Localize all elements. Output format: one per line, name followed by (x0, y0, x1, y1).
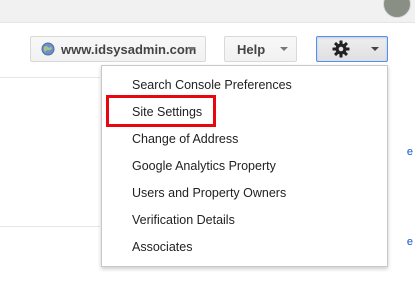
menu-item-users-and-property-owners[interactable]: Users and Property Owners (102, 180, 387, 207)
chevron-down-icon (280, 47, 288, 51)
site-selector-button[interactable]: www.idsysadmin.com (30, 36, 206, 62)
chevron-down-icon (188, 47, 196, 51)
globe-icon (41, 42, 55, 56)
truncated-link-text[interactable]: e (407, 146, 413, 158)
site-selector-label: www.idsysadmin.com (61, 41, 197, 57)
top-bar (0, 0, 415, 23)
menu-item-verification-details[interactable]: Verification Details (102, 207, 387, 234)
account-avatar[interactable] (383, 0, 411, 18)
gear-icon (332, 40, 350, 58)
menu-item-change-of-address[interactable]: Change of Address (102, 126, 387, 153)
settings-button[interactable] (316, 36, 388, 62)
divider (0, 226, 100, 227)
help-button-label: Help (237, 41, 266, 57)
divider (0, 77, 100, 78)
settings-dropdown-menu: Search Console Preferences Site Settings… (101, 65, 388, 267)
menu-item-search-console-preferences[interactable]: Search Console Preferences (102, 72, 387, 99)
menu-item-site-settings[interactable]: Site Settings (102, 99, 387, 126)
menu-item-associates[interactable]: Associates (102, 234, 387, 261)
menu-item-google-analytics-property[interactable]: Google Analytics Property (102, 153, 387, 180)
truncated-link-text[interactable]: e (407, 236, 413, 248)
help-button[interactable]: Help (224, 36, 297, 62)
chevron-down-icon (371, 47, 379, 51)
